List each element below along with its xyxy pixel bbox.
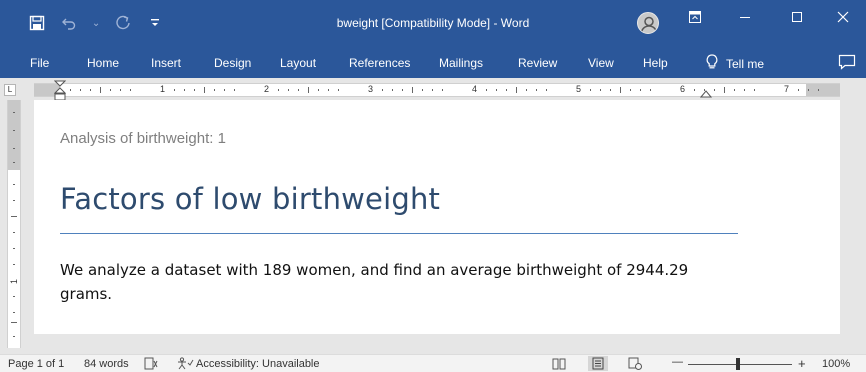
heading-rule <box>60 233 738 234</box>
zoom-slider[interactable] <box>688 364 792 365</box>
document-page[interactable]: Analysis of birthweight: 1 Factors of lo… <box>34 100 840 334</box>
ruler-number: 1 <box>160 84 166 94</box>
indent-markers-icon[interactable] <box>54 80 66 102</box>
document-heading[interactable]: Factors of low birthweight <box>60 182 440 216</box>
tab-mailings[interactable]: Mailings <box>439 56 483 70</box>
vertical-ruler-ticks: 1 <box>9 112 19 337</box>
vertical-ruler[interactable]: 1 <box>7 100 21 348</box>
tell-me-label: Tell me <box>726 56 765 71</box>
zoom-out-button[interactable]: — <box>672 356 683 368</box>
page-count[interactable]: Page 1 of 1 <box>8 358 64 370</box>
comments-icon[interactable] <box>838 54 856 70</box>
tab-insert[interactable]: Insert <box>151 56 181 70</box>
tab-references[interactable]: References <box>349 56 410 70</box>
print-layout-icon[interactable] <box>588 356 608 371</box>
tab-view[interactable]: View <box>588 56 614 70</box>
minimize-icon[interactable] <box>722 0 768 34</box>
close-icon[interactable] <box>820 0 866 34</box>
accessibility-status[interactable]: Accessibility: Unavailable <box>196 358 320 370</box>
document-title: bweight [Compatibility Mode] - Word <box>336 16 530 30</box>
ruler-number: 6 <box>680 84 686 94</box>
web-layout-icon[interactable] <box>628 357 642 372</box>
maximize-icon[interactable] <box>774 0 820 34</box>
lightbulb-icon <box>706 54 718 73</box>
read-mode-icon[interactable] <box>552 357 566 372</box>
ruler-row: L 1 2 3 4 5 6 7 <box>0 78 866 101</box>
tab-stop-selector[interactable]: L <box>4 84 16 96</box>
proofing-icon[interactable] <box>144 357 158 372</box>
tab-file[interactable]: File <box>30 56 49 70</box>
ruler-number: 4 <box>472 84 478 94</box>
zoom-slider-thumb[interactable] <box>736 358 740 370</box>
accessibility-icon[interactable] <box>176 357 194 372</box>
svg-text:1: 1 <box>9 279 19 284</box>
title-bar: ⌄ bweight [Compatibility Mode] - Word <box>0 0 866 48</box>
ruler-ticks <box>70 87 819 93</box>
document-subtitle[interactable]: Analysis of birthweight: 1 <box>60 130 226 147</box>
tab-review[interactable]: Review <box>518 56 557 70</box>
quick-access-toolbar: ⌄ <box>28 14 164 32</box>
ruler-number: 2 <box>264 84 270 94</box>
zoom-level[interactable]: 100% <box>822 358 850 370</box>
document-body-paragraph[interactable]: We analyze a dataset with 189 women, and… <box>60 258 720 306</box>
undo-dropdown-icon[interactable]: ⌄ <box>92 14 100 32</box>
user-avatar-icon[interactable] <box>637 12 659 34</box>
tab-layout[interactable]: Layout <box>280 56 316 70</box>
save-icon[interactable] <box>28 14 46 32</box>
horizontal-ruler[interactable]: 1 2 3 4 5 6 7 <box>34 80 840 101</box>
ruler-number: 3 <box>368 84 374 94</box>
tab-design[interactable]: Design <box>214 56 251 70</box>
status-bar: Page 1 of 1 84 words Accessibility: Unav… <box>0 354 866 372</box>
ruler-number: 5 <box>576 84 582 94</box>
right-indent-marker-icon[interactable] <box>700 88 712 98</box>
ribbon-tabs: File Home Insert Design Layout Reference… <box>0 48 866 78</box>
ribbon-display-options-icon[interactable] <box>672 0 718 34</box>
undo-icon[interactable] <box>60 14 78 32</box>
redo-icon[interactable] <box>114 14 132 32</box>
tab-home[interactable]: Home <box>87 56 119 70</box>
ruler-number: 7 <box>784 84 790 94</box>
zoom-in-button[interactable]: + <box>798 356 806 371</box>
word-count[interactable]: 84 words <box>84 358 129 370</box>
tab-help[interactable]: Help <box>643 56 668 70</box>
tell-me-search[interactable]: Tell me <box>706 54 764 73</box>
customize-qat-icon[interactable] <box>146 14 164 32</box>
